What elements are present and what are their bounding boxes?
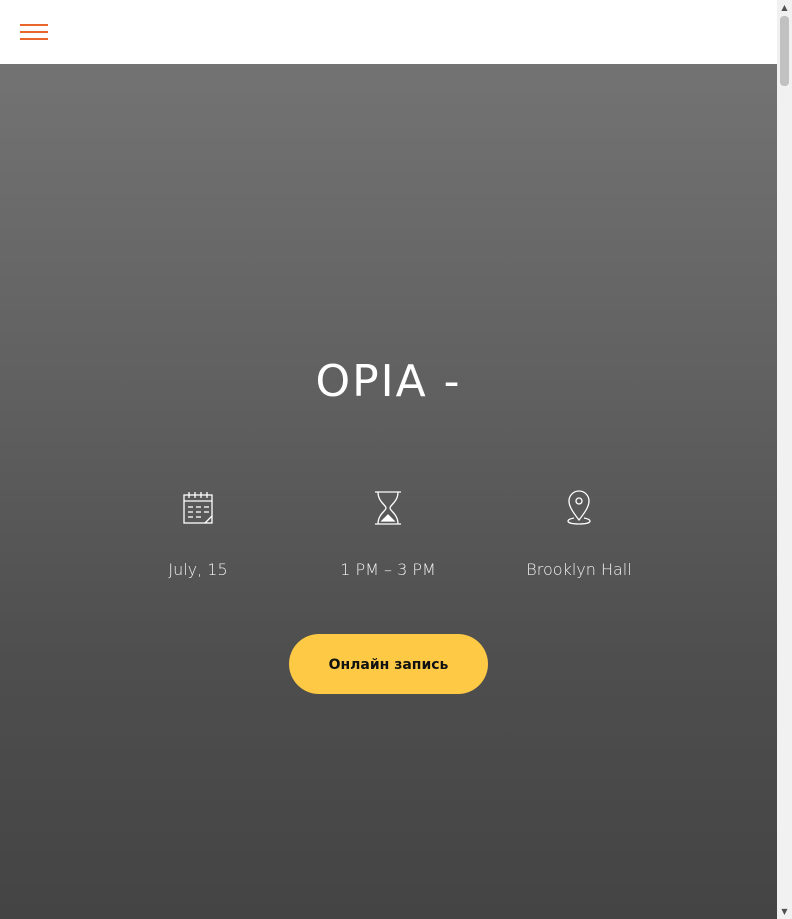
event-location-label: Brooklyn Hall [526, 560, 632, 579]
online-booking-button[interactable]: Онлайн запись [289, 634, 488, 694]
event-location: Brooklyn Hall [484, 488, 674, 579]
hero-section: OPIA - July, 15 1 PM – 3 PM Brooklyn Hal… [0, 64, 777, 919]
event-time-label: 1 PM – 3 PM [340, 560, 436, 579]
scroll-down-arrow-icon[interactable]: ▼ [777, 904, 792, 919]
scroll-up-arrow-icon[interactable]: ▲ [777, 0, 792, 15]
menu-line [20, 24, 48, 26]
menu-line [20, 31, 48, 33]
calendar-icon [178, 488, 218, 528]
hamburger-menu-icon[interactable] [20, 23, 48, 41]
hourglass-icon [368, 488, 408, 528]
event-date-label: July, 15 [168, 560, 228, 579]
menu-line [20, 38, 48, 40]
event-time: 1 PM – 3 PM [293, 488, 483, 579]
map-pin-icon [559, 488, 599, 528]
top-navigation-bar [0, 0, 777, 64]
event-title: OPIA - [315, 356, 462, 407]
page: OPIA - July, 15 1 PM – 3 PM Brooklyn Hal… [0, 0, 792, 919]
vertical-scrollbar[interactable]: ▲ ▼ [777, 0, 792, 919]
event-date: July, 15 [103, 488, 293, 579]
scrollbar-thumb[interactable] [780, 16, 789, 86]
